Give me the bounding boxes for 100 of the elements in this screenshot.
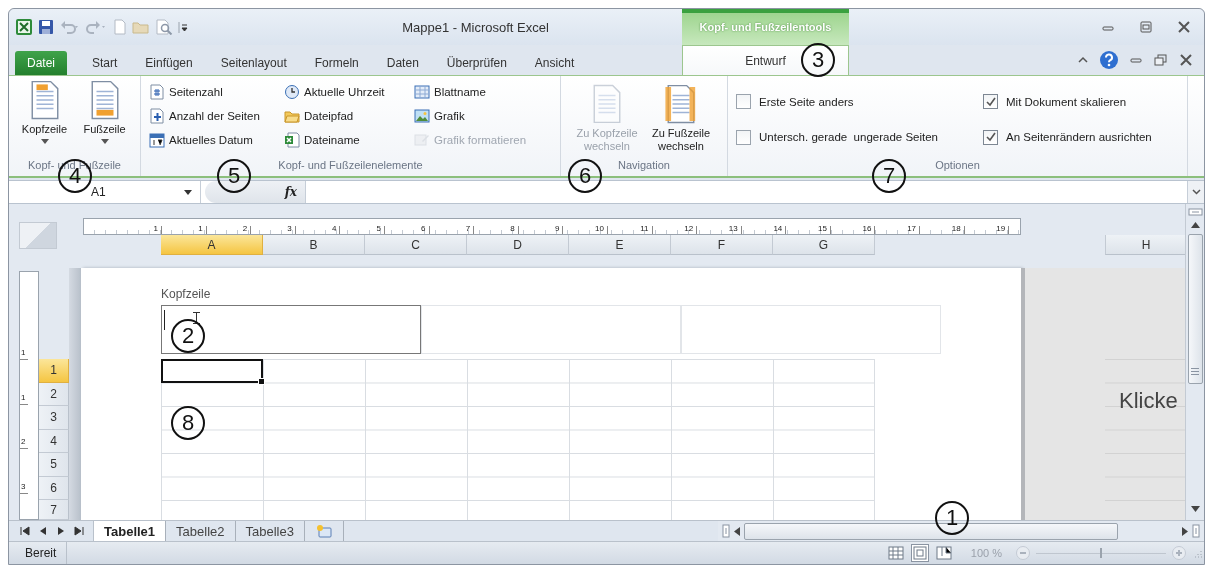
close-icon[interactable] — [1176, 20, 1192, 34]
print-preview-icon[interactable] — [155, 19, 173, 35]
scroll-left-icon — [734, 526, 740, 536]
ruler-number: 3 — [21, 482, 26, 491]
ruler-number: 13 — [728, 224, 738, 234]
ribbon-button[interactable]: Dateiname — [284, 129, 414, 151]
ribbon-tab[interactable]: Seitenlayout — [207, 51, 300, 75]
ribbon-tab[interactable]: Start — [79, 51, 131, 75]
page-number-icon — [149, 84, 165, 100]
column-header[interactable]: E — [569, 235, 671, 255]
row-header[interactable]: 5 — [39, 453, 69, 477]
scroll-thumb[interactable] — [1187, 234, 1203, 384]
ribbon-button[interactable]: Grafik — [414, 105, 554, 127]
callout-number: 3 — [801, 43, 835, 77]
grip-icon — [1191, 368, 1199, 375]
ribbon-button[interactable]: Zu Fußzeile wechseln — [645, 80, 717, 159]
select-all-corner[interactable] — [19, 222, 57, 249]
row-header[interactable]: 7 — [39, 500, 69, 520]
new-sheet-icon — [314, 524, 333, 538]
ruler-number: 1 — [198, 224, 203, 234]
checkbox-label: An Seitenrändern ausrichten — [1006, 131, 1152, 144]
callout-number: 1 — [935, 501, 969, 535]
checkbox[interactable] — [736, 129, 751, 145]
ribbon-button[interactable]: Dateipfad — [284, 105, 414, 127]
ribbon-tab[interactable]: Datei — [15, 51, 67, 75]
ribbon-tab[interactable]: Daten — [373, 51, 432, 75]
ruler-number: 8 — [510, 224, 515, 234]
checkbox[interactable] — [983, 129, 998, 145]
checkbox[interactable] — [736, 94, 751, 110]
zoom-out-icon[interactable] — [1016, 546, 1030, 560]
column-header[interactable]: F — [671, 235, 773, 255]
view-button[interactable] — [934, 544, 953, 562]
ruler-number: 15 — [818, 224, 827, 234]
column-header[interactable]: D — [467, 235, 569, 255]
dropdown-caret-icon — [184, 189, 192, 195]
header-section-field[interactable] — [161, 305, 421, 354]
ribbon-tab[interactable]: Formeln — [301, 51, 372, 75]
header-label: Kopfzeile — [161, 287, 212, 303]
column-header[interactable]: H — [1105, 235, 1185, 255]
ribbon-button[interactable]: Seitenzahl — [149, 81, 284, 103]
help-icon[interactable] — [1099, 50, 1119, 70]
ruler-number: 16 — [862, 224, 872, 234]
ribbon-button[interactable]: Anzahl der Seiten — [149, 105, 284, 127]
callout-number: 8 — [171, 406, 205, 440]
ribbon-tab[interactable]: Ansicht — [521, 51, 588, 75]
page-break-view-icon — [935, 545, 952, 561]
ruler-number: 2 — [242, 224, 248, 234]
expand-formula-button[interactable] — [1187, 181, 1204, 203]
ribbon-button[interactable]: Aktuelle Uhrzeit — [284, 81, 414, 103]
restore-icon[interactable] — [1153, 53, 1169, 67]
document-icon — [664, 84, 698, 124]
column-header[interactable]: B — [263, 235, 365, 255]
callout-number: 7 — [872, 159, 906, 193]
save-icon[interactable] — [38, 19, 54, 35]
sheet-tab[interactable]: Tabelle1 — [94, 521, 167, 541]
ruler-number: 17 — [907, 224, 917, 234]
ruler-number: 1 — [21, 393, 26, 402]
customize-caret-icon[interactable] — [178, 19, 188, 35]
row-header[interactable]: 1 — [39, 359, 69, 383]
open-folder-icon[interactable] — [132, 19, 150, 35]
page-layout-view-icon — [911, 545, 928, 561]
ribbon-tab[interactable]: Einfügen — [132, 51, 206, 75]
clock-icon — [284, 84, 300, 100]
ruler-number: 10 — [595, 224, 604, 234]
maximize-icon[interactable] — [1138, 20, 1154, 34]
group-label: Optionen — [935, 159, 980, 171]
status-text: Bereit — [9, 542, 68, 564]
checkbox-label: Mit Dokument skalieren — [1006, 95, 1127, 108]
row-header[interactable]: 2 — [39, 382, 69, 406]
column-header[interactable]: C — [365, 235, 467, 255]
checkmark-icon — [985, 132, 996, 143]
row-header[interactable]: 3 — [39, 406, 69, 430]
scroll-up-icon — [1190, 222, 1200, 228]
ruler-number: 1 — [153, 224, 158, 234]
row-header[interactable]: 6 — [39, 476, 69, 500]
last-sheet-icon[interactable] — [73, 526, 85, 536]
next-page-text: Klicke — [1118, 386, 1179, 415]
insert-function-button[interactable]: fx — [284, 185, 297, 199]
scroll-right-icon — [1182, 526, 1188, 536]
new-document-icon[interactable] — [113, 19, 127, 35]
selected-cell[interactable] — [161, 359, 263, 383]
column-header[interactable]: G — [773, 235, 875, 255]
row-header[interactable]: 4 — [39, 429, 69, 453]
checkbox[interactable] — [983, 94, 998, 110]
redo-icon[interactable] — [86, 19, 108, 35]
undo-icon[interactable] — [59, 19, 81, 35]
vertical-scrollbar[interactable] — [1185, 204, 1204, 520]
ribbon-button[interactable]: Fußzeile — [75, 80, 134, 159]
ribbon-button[interactable]: Aktuelles Datum — [149, 129, 284, 151]
zoom-in-icon[interactable] — [1172, 546, 1186, 560]
ruler-number: 12 — [684, 224, 694, 234]
ribbon-button[interactable]: Kopfzeile — [15, 80, 74, 159]
close-icon[interactable] — [1178, 53, 1194, 67]
column-header[interactable]: A — [161, 235, 263, 255]
ruler-number: 2 — [21, 438, 26, 447]
ribbon-button[interactable]: Blattname — [414, 81, 554, 103]
chevron-down-icon — [1191, 189, 1201, 195]
ribbon-tab[interactable]: Überprüfen — [433, 51, 520, 75]
ruler-number: 9 — [554, 224, 560, 234]
first-sheet-icon[interactable] — [19, 526, 31, 536]
